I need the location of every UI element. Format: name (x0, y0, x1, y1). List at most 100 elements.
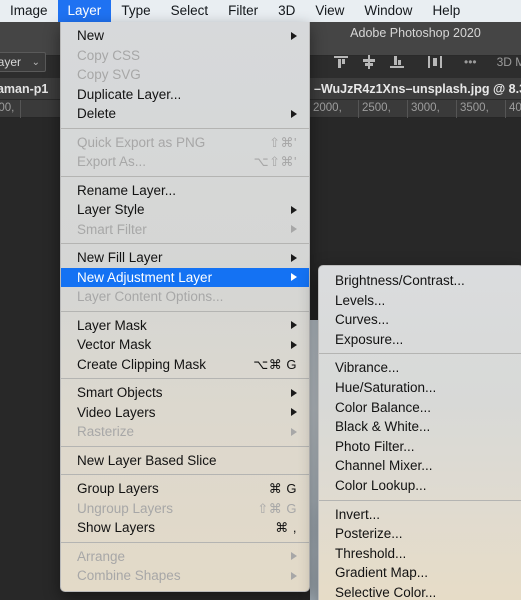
adjustment-submenu-item-photo-filter[interactable]: Photo Filter... (319, 437, 521, 457)
menubar-item-image[interactable]: Image (0, 0, 58, 22)
menu-item-label: New Layer Based Slice (77, 452, 217, 468)
menu-item-label: Combine Shapes (77, 568, 181, 583)
layer-type-select[interactable]: Layer ⌄ (0, 52, 46, 72)
ruler-tick-label: 4000 (509, 102, 521, 114)
menu-separator (61, 378, 309, 379)
menubar-item-window[interactable]: Window (354, 0, 422, 22)
menu-item-label: Copy CSS (77, 47, 141, 63)
adjustment-submenu-item-channel-mixer[interactable]: Channel Mixer... (319, 456, 521, 476)
menu-item-label: Layer Mask (77, 317, 147, 333)
menu-item-label: Smart Filter (77, 221, 147, 237)
menu-separator (61, 127, 309, 129)
layer-menu-item-layer-mask[interactable]: Layer Mask (61, 316, 309, 336)
menu-separator (319, 499, 521, 501)
layer-menu-item-show-layers[interactable]: Show Layers ⌘ , (61, 518, 309, 538)
submenu-arrow-icon (291, 571, 297, 580)
layer-menu-item-vector-mask[interactable]: Vector Mask (61, 335, 309, 355)
menu-item-label: Color Balance... (335, 399, 432, 415)
align-vertical-centers-icon[interactable] (360, 54, 378, 70)
ruler-tick-label: 2500, (362, 102, 391, 114)
adjustment-submenu-item-levels[interactable]: Levels... (319, 291, 521, 311)
menu-item-label: Delete (77, 106, 117, 121)
menubar-item-filter[interactable]: Filter (218, 0, 268, 22)
adjustment-submenu-item-vibrance[interactable]: Vibrance... (319, 358, 521, 378)
menubar-item-layer[interactable]: Layer (57, 0, 112, 22)
submenu-arrow-icon (291, 408, 297, 417)
adjustment-submenu-item-invert[interactable]: Invert... (319, 505, 521, 525)
menu-separator (61, 310, 309, 312)
document-tab-left-label[interactable]: aaman-p1 (0, 79, 48, 99)
menu-item-shortcut: ⇧⌘' (269, 134, 297, 150)
submenu-arrow-icon (291, 340, 297, 349)
layer-menu-item-arrange: Arrange (61, 547, 309, 567)
menu-separator (319, 353, 521, 355)
layer-menu-item-layer-style[interactable]: Layer Style (61, 200, 309, 220)
distribute-horizontally-icon[interactable] (426, 54, 444, 70)
menubar-item-type[interactable]: Type (111, 0, 160, 22)
layer-menu-item-group-layers[interactable]: Group Layers ⌘ G (61, 479, 309, 499)
menu-bar: Image Layer Type Select Filter 3D View W… (0, 0, 521, 22)
adjustment-submenu-item-posterize[interactable]: Posterize... (319, 524, 521, 544)
menu-item-label: New Fill Layer (77, 250, 163, 265)
layer-menu-item-duplicate-layer[interactable]: Duplicate Layer... (61, 85, 309, 105)
menubar-item-help[interactable]: Help (422, 0, 470, 22)
submenu-arrow-icon (291, 253, 297, 262)
menu-item-label: Layer Style (77, 202, 145, 217)
adjustment-submenu-item-color-lookup[interactable]: Color Lookup... (319, 476, 521, 496)
menu-item-label: New Adjustment Layer (77, 269, 213, 285)
photoshop-app-window: 000, 150 2000, 2500, 3000, 3500, 4000 aa… (0, 0, 521, 600)
menubar-item-view[interactable]: View (305, 0, 354, 22)
align-bottom-edges-icon[interactable] (388, 54, 406, 70)
layer-menu-item-create-clipping-mask[interactable]: Create Clipping Mask ⌥⌘ G (61, 355, 309, 375)
submenu-arrow-icon (291, 321, 297, 330)
menubar-item-select[interactable]: Select (161, 0, 219, 22)
menu-item-label: Curves... (335, 312, 390, 328)
menu-item-shortcut: ⌥⌘ G (253, 356, 297, 372)
adjustment-submenu-item-exposure[interactable]: Exposure... (319, 330, 521, 350)
menu-item-label: Color Lookup... (335, 477, 427, 493)
menu-item-label: Hue/Saturation... (335, 379, 437, 395)
adjustment-submenu-item-curves[interactable]: Curves... (319, 310, 521, 330)
menu-item-label: Copy SVG (77, 67, 141, 82)
layer-menu-item-copy-svg: Copy SVG (61, 65, 309, 85)
menu-item-label: Black & White... (335, 419, 431, 435)
layer-menu-item-quick-export-as-png: Quick Export as PNG ⇧⌘' (61, 133, 309, 153)
ruler-tick-label: 3000, (411, 102, 440, 114)
menu-separator (61, 243, 309, 244)
document-tab-label[interactable]: –WuJzR4z1Xns–unsplash.jpg @ 8.33% (314, 79, 521, 99)
layer-menu-item-new[interactable]: New (61, 26, 309, 46)
layer-menu-item-video-layers[interactable]: Video Layers (61, 403, 309, 423)
menu-item-label: Arrange (77, 548, 126, 564)
menu-item-label: Channel Mixer... (335, 458, 433, 474)
layer-menu-item-new-adjustment-layer[interactable]: New Adjustment Layer (61, 267, 309, 287)
menu-item-label: Vector Mask (77, 337, 152, 352)
menu-item-label: Vibrance... (335, 360, 400, 376)
layer-menu-item-rename-layer[interactable]: Rename Layer... (61, 181, 309, 201)
menu-item-label: Group Layers (77, 481, 159, 496)
align-top-edges-icon[interactable] (332, 54, 350, 70)
layer-dropdown-menu: New Copy CSS Copy SVG Duplicate Layer... Del… (60, 22, 310, 592)
layer-menu-item-export-as: Export As... ⌥⇧⌘' (61, 152, 309, 172)
layer-menu-item-new-fill-layer[interactable]: New Fill Layer (61, 248, 309, 268)
adjustment-submenu-item-brightness-contrast[interactable]: Brightness/Contrast... (319, 271, 521, 291)
ruler-tick-label: 2000, (313, 102, 342, 114)
more-options-button[interactable]: ••• (464, 55, 477, 69)
adjustment-submenu-item-gradient-map[interactable]: Gradient Map... (319, 563, 521, 583)
menu-item-label: Threshold... (335, 545, 407, 561)
layer-menu-item-smart-objects[interactable]: Smart Objects (61, 383, 309, 403)
menu-item-label: Gradient Map... (335, 565, 429, 581)
layer-menu-item-delete[interactable]: Delete (61, 104, 309, 124)
adjustment-submenu-item-black-white[interactable]: Black & White... (319, 417, 521, 437)
menu-item-label: Video Layers (77, 404, 156, 420)
adjustment-submenu-item-threshold[interactable]: Threshold... (319, 544, 521, 564)
layer-menu-item-new-layer-based-slice[interactable]: New Layer Based Slice (61, 451, 309, 471)
menu-item-label: Selective Color... (335, 584, 437, 600)
menu-item-shortcut: ⌘ G (268, 481, 297, 496)
adjustment-submenu-item-selective-color[interactable]: Selective Color... (319, 583, 521, 600)
new-adjustment-layer-submenu: Brightness/Contrast... Levels... Curves...… (318, 265, 521, 600)
adjustment-submenu-item-color-balance[interactable]: Color Balance... (319, 398, 521, 418)
menubar-item-3d[interactable]: 3D (268, 0, 305, 22)
ruler-tick-label: 3500, (460, 102, 489, 114)
adjustment-submenu-item-hue-saturation[interactable]: Hue/Saturation... (319, 378, 521, 398)
layer-menu-item-layer-content-options: Layer Content Options... (61, 287, 309, 307)
